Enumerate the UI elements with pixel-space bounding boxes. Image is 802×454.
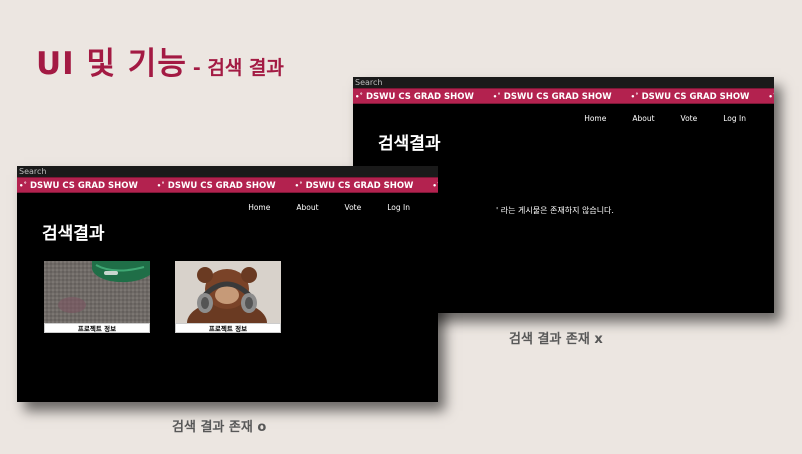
nav-login[interactable]: Log In [387,203,410,212]
sparkle-icon: •˚ [630,93,639,101]
marquee-text: DSWU CS GRAD SHOW [365,92,474,102]
nav-about[interactable]: About [296,203,318,212]
result-caption: 검색 결과 존재 o [172,420,267,435]
marquee-text: DSWU CS GRAD SHOW [167,181,276,191]
sparkle-icon: •˚ [492,93,501,101]
project-card[interactable]: 프로젝트 정보 [175,261,281,333]
marquee-banner: •˚ DSWU CS GRAD SHOW •˚ DSWU CS GRAD SHOW … [353,88,774,104]
sparkle-icon: •˚ [432,182,438,190]
search-bar[interactable]: Search [353,77,774,88]
no-result-caption: 검색 결과 존재 x [509,332,603,347]
card-label[interactable]: 프로젝트 정보 [44,323,150,333]
project-thumbnail[interactable] [175,261,281,323]
result-screenshot: Search •˚ DSWU CS GRAD SHOW •˚ DSWU CS GRA… [17,166,438,402]
nav-home[interactable]: Home [248,203,270,212]
nav-vote[interactable]: Vote [681,114,698,123]
page-title: 검색결과 [42,224,105,244]
marquee-text: DSWU CS GRAD SHOW [29,181,138,191]
sparkle-icon: •˚ [294,182,303,190]
marquee-text: DSWU CS GRAD SHOW [503,92,612,102]
top-nav: Home About Vote Log In [584,114,746,123]
slide-title: UI 및 기능 - 검색 결과 [36,38,284,83]
sparkle-icon: •˚ [19,182,27,190]
search-bar[interactable]: Search [17,166,438,177]
sparkle-icon: •˚ [355,93,363,101]
nav-login[interactable]: Log In [723,114,746,123]
sparkle-icon: •˚ [156,182,165,190]
project-card[interactable]: 프로젝트 정보 [44,261,150,333]
slide-title-main: UI 및 기능 [36,46,187,82]
marquee-text: DSWU CS GRAD SHOW [305,181,414,191]
project-thumbnail[interactable] [44,261,150,323]
sparkle-icon: •˚ [768,93,774,101]
marquee-banner: •˚ DSWU CS GRAD SHOW •˚ DSWU CS GRAD SHOW … [17,177,438,193]
card-label[interactable]: 프로젝트 정보 [175,323,281,333]
page-title: 검색결과 [378,134,441,154]
nav-vote[interactable]: Vote [345,203,362,212]
top-nav: Home About Vote Log In [248,203,410,212]
slide-title-sub: - 검색 결과 [192,57,284,79]
no-result-message: ' 라는 게시물은 존재하지 않습니다. [496,206,614,215]
marquee-text: DSWU CS GRAD SHOW [641,92,750,102]
nav-home[interactable]: Home [584,114,606,123]
nav-about[interactable]: About [632,114,654,123]
